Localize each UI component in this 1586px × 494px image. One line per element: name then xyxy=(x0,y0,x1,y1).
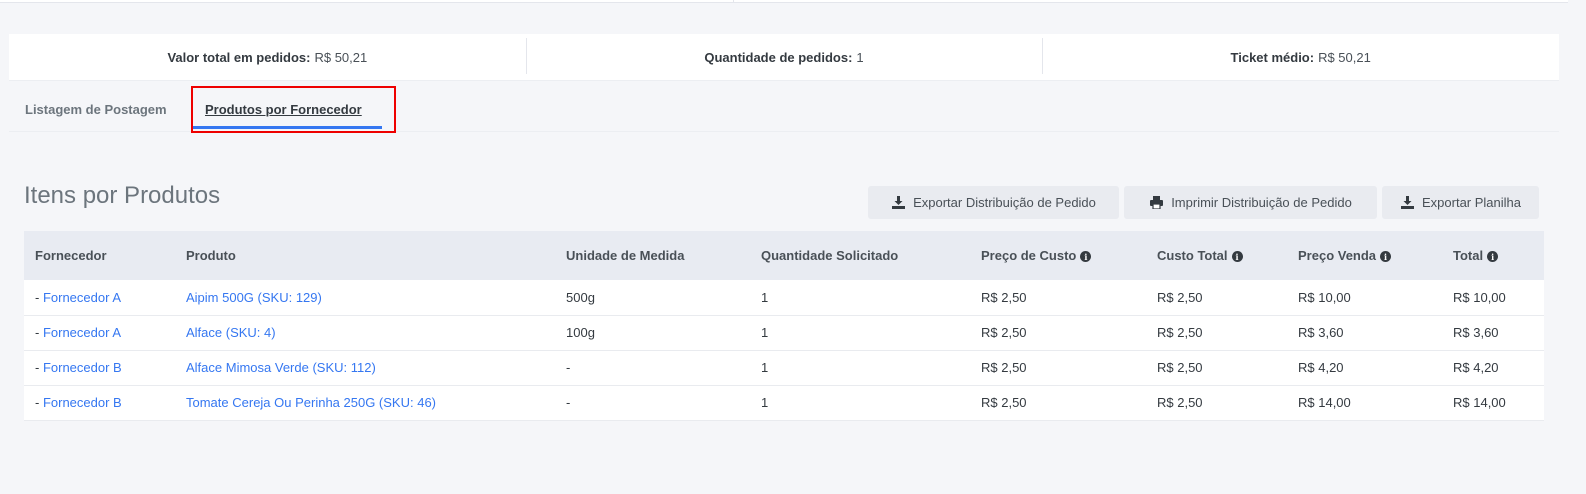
stat-label: Ticket médio: xyxy=(1230,49,1315,65)
price-cell: R$ 4,20 xyxy=(1298,360,1344,375)
stat-value: R$ 50,21 xyxy=(314,49,368,65)
qty-cell: 1 xyxy=(761,289,769,305)
stats-bar: Valor total em pedidos: R$ 50,21 Quantid… xyxy=(9,34,1559,81)
price-cell: R$ 10,00 xyxy=(1298,289,1351,305)
section-title: Itens por Produtos xyxy=(24,182,221,209)
cost-cell: R$ 2,50 xyxy=(981,395,1027,410)
product-cell: Tomate Cereja Ou Perinha 250G (SKU: 46) xyxy=(175,385,555,420)
print-distribution-label: Imprimir Distribuição de Pedido xyxy=(1171,195,1352,210)
cost-cell: R$ 2,50 xyxy=(981,289,1027,305)
column-header: Quantidade Solicitado xyxy=(761,248,899,263)
supplier-link[interactable]: Fornecedor A xyxy=(43,325,121,340)
product-link[interactable]: Alface Mimosa Verde (SKU: 112) xyxy=(186,360,376,375)
product-link[interactable]: Tomate Cereja Ou Perinha 250G (SKU: 46) xyxy=(186,395,436,410)
price-cell: R$ 14,00 xyxy=(1298,395,1351,410)
info-icon[interactable]: i xyxy=(1380,251,1392,263)
stat-label: Quantidade de pedidos: xyxy=(704,49,853,65)
top-panel xyxy=(0,0,1568,3)
highlight-box xyxy=(191,86,396,133)
product-link[interactable]: Aipim 500G (SKU: 129) xyxy=(186,290,322,305)
table-row: - Fornecedor B Tomate Cereja Ou Perinha … xyxy=(24,385,1544,420)
stat-value: R$ 50,21 xyxy=(1318,49,1371,65)
column-header: Produto xyxy=(186,248,236,263)
supplier-link[interactable]: Fornecedor B xyxy=(43,360,122,375)
column-header: Total i xyxy=(1442,231,1544,280)
column-header: Preço de Custo i xyxy=(970,231,1146,280)
table-row: - Fornecedor A Aipim 500G (SKU: 129) 500… xyxy=(24,280,1544,315)
cost-cell: R$ 2,50 xyxy=(981,360,1027,375)
stat-average-ticket: Ticket médio: R$ 50,21 xyxy=(1042,34,1559,80)
product-cell: Alface Mimosa Verde (SKU: 112) xyxy=(175,350,555,385)
product-link[interactable]: Alface (SKU: 4) xyxy=(186,325,276,340)
cost-total-cell: R$ 2,50 xyxy=(1157,360,1203,375)
table-header-row: Fornecedor Produto Unidade de Medida Qua… xyxy=(24,231,1544,280)
supplier-cell: - Fornecedor B xyxy=(35,395,122,410)
column-header: Preço Venda i xyxy=(1287,231,1442,280)
table-row: - Fornecedor A Alface (SKU: 4) 100g 1 R$… xyxy=(24,315,1544,350)
export-sheet-button[interactable]: Exportar Planilha xyxy=(1382,186,1539,219)
products-table: Fornecedor Produto Unidade de Medida Qua… xyxy=(24,231,1544,421)
export-sheet-label: Exportar Planilha xyxy=(1422,195,1521,210)
qty-cell: 1 xyxy=(761,325,769,340)
unit-cell: - xyxy=(566,360,571,375)
unit-cell: 100g xyxy=(566,325,595,340)
stat-value: 1 xyxy=(856,49,864,65)
product-cell: Aipim 500G (SKU: 129) xyxy=(175,280,555,315)
top-panel-divider xyxy=(733,0,734,3)
supplier-cell: - Fornecedor B xyxy=(35,360,122,375)
price-cell: R$ 3,60 xyxy=(1298,325,1344,340)
supplier-link[interactable]: Fornecedor B xyxy=(43,395,122,410)
total-cell: R$ 14,00 xyxy=(1453,395,1506,410)
supplier-cell: - Fornecedor A xyxy=(35,325,121,340)
stat-label: Valor total em pedidos: xyxy=(167,49,311,65)
supplier-cell: - Fornecedor A xyxy=(35,289,121,305)
export-distribution-label: Exportar Distribuição de Pedido xyxy=(913,195,1096,210)
qty-cell: 1 xyxy=(761,360,769,375)
cost-cell: R$ 2,50 xyxy=(981,325,1027,340)
total-cell: R$ 4,20 xyxy=(1453,360,1499,375)
stat-total-value: Valor total em pedidos: R$ 50,21 xyxy=(9,34,526,80)
export-distribution-button[interactable]: Exportar Distribuição de Pedido xyxy=(868,186,1119,219)
cost-total-cell: R$ 2,50 xyxy=(1157,395,1203,410)
download-icon xyxy=(1400,196,1414,210)
unit-cell: - xyxy=(566,395,571,410)
tab-listagem-postagem[interactable]: Listagem de Postagem xyxy=(25,86,167,132)
supplier-link[interactable]: Fornecedor A xyxy=(43,290,121,305)
print-icon xyxy=(1149,196,1163,210)
table-row: - Fornecedor B Alface Mimosa Verde (SKU:… xyxy=(24,350,1544,385)
column-header: Fornecedor xyxy=(35,248,107,263)
info-icon[interactable]: i xyxy=(1080,251,1092,263)
total-cell: R$ 3,60 xyxy=(1453,325,1499,340)
info-icon[interactable]: i xyxy=(1231,251,1243,263)
download-icon xyxy=(891,196,905,210)
cost-total-cell: R$ 2,50 xyxy=(1157,325,1203,340)
cost-total-cell: R$ 2,50 xyxy=(1157,289,1203,305)
qty-cell: 1 xyxy=(761,395,769,410)
info-icon[interactable]: i xyxy=(1487,251,1499,263)
column-header: Unidade de Medida xyxy=(566,248,685,263)
unit-cell: 500g xyxy=(566,289,595,305)
product-cell: Alface (SKU: 4) xyxy=(175,315,555,350)
column-header: Custo Total i xyxy=(1146,231,1287,280)
stat-order-count: Quantidade de pedidos: 1 xyxy=(525,34,1043,80)
total-cell: R$ 10,00 xyxy=(1453,289,1506,305)
print-distribution-button[interactable]: Imprimir Distribuição de Pedido xyxy=(1124,186,1377,219)
